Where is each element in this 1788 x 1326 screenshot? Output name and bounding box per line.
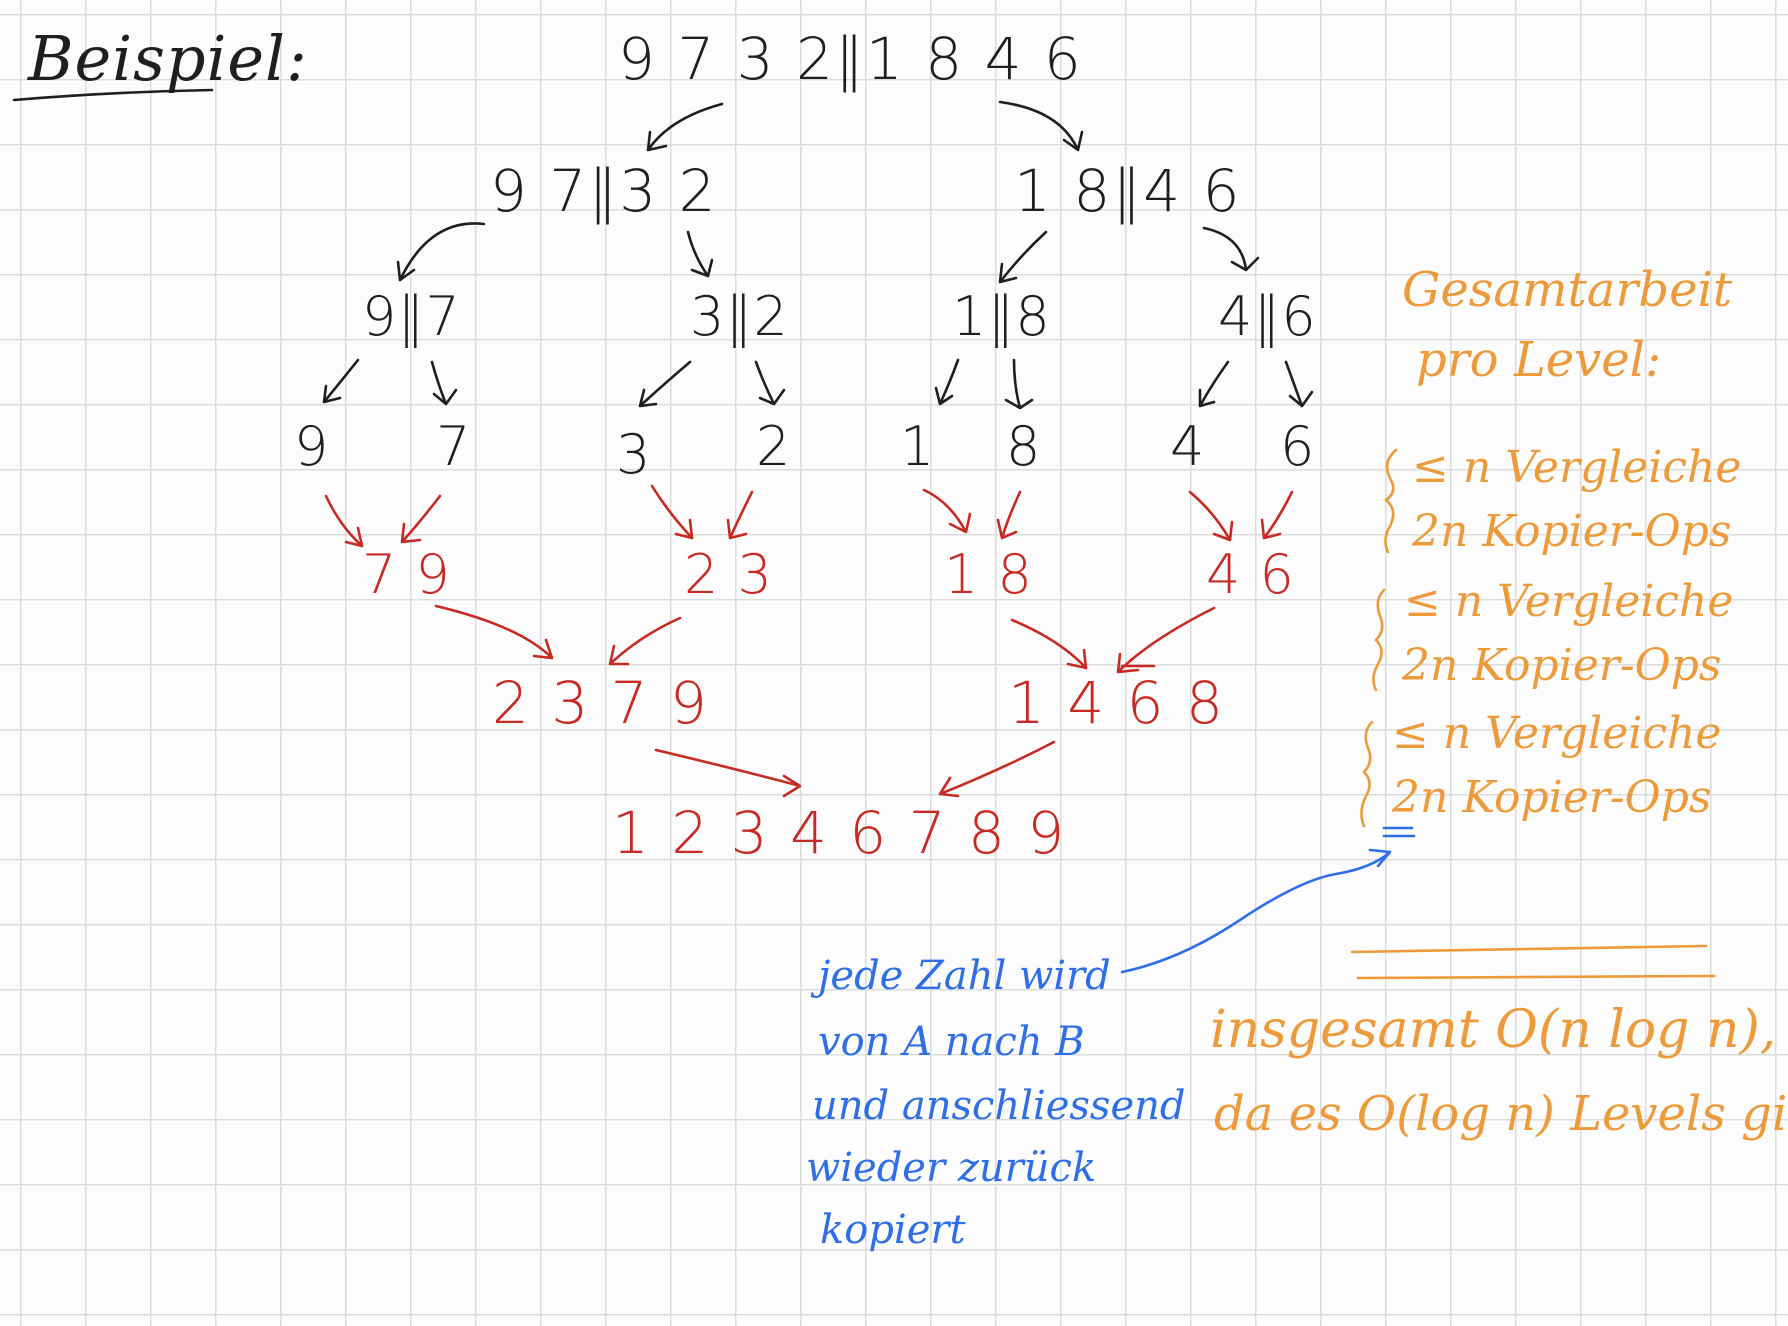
- merge-pair-1: 7 9: [362, 543, 451, 606]
- leaf-1: 9: [294, 415, 330, 478]
- blue-note-line2: von A nach B: [818, 1019, 1085, 1065]
- total-underline-1: [1350, 944, 1708, 954]
- notes-title-line2: pro Level:: [1416, 332, 1662, 388]
- merge-result: 1 2 3 4 6 7 8 9: [612, 799, 1067, 867]
- leaf-6: 8: [1006, 415, 1042, 478]
- arrow-split-root-left: [646, 102, 724, 152]
- leaf-4: 2: [756, 415, 792, 478]
- total-underline-2: [1356, 974, 1716, 980]
- arrow-split-1846-left: [998, 230, 1048, 284]
- arrow-split-46-right: [1284, 360, 1314, 408]
- level1-compare: ≤ n Vergleiche: [1412, 442, 1742, 493]
- blue-note-line3: und anschliessend: [812, 1083, 1186, 1129]
- arrow-split-root-right: [998, 100, 1084, 152]
- brace-level-1: [1384, 448, 1398, 554]
- arrow-merge-9: [324, 494, 364, 548]
- arrow-merge-1468: [938, 740, 1056, 798]
- blue-note-line4: wieder zurück: [806, 1145, 1097, 1191]
- heading: Beispiel:: [28, 22, 308, 95]
- brace-level-3: [1360, 720, 1374, 828]
- split-level2-2: 3‖2: [690, 285, 789, 348]
- split-level1-right: 1 8‖4 6: [1014, 157, 1242, 225]
- arrow-split-97-left: [322, 358, 360, 404]
- level2-compare: ≤ n Vergleiche: [1404, 576, 1734, 627]
- leaf-3: 3: [616, 423, 652, 486]
- merge-pair-4: 4 6: [1206, 543, 1295, 606]
- level3-copy: 2n Kopier-Ops: [1392, 772, 1712, 823]
- arrow-split-46-left: [1198, 360, 1230, 408]
- arrow-split-18-right: [1004, 358, 1034, 410]
- level2-copy: 2n Kopier-Ops: [1402, 640, 1722, 691]
- arrow-merge-23: [608, 616, 682, 666]
- arrow-merge-3: [650, 484, 694, 540]
- level1-copy: 2n Kopier-Ops: [1412, 506, 1732, 557]
- arrow-split-18-left: [934, 358, 960, 406]
- blue-note-line5: kopiert: [820, 1207, 966, 1253]
- leaf-8: 6: [1280, 415, 1316, 478]
- leaf-5: 1: [900, 415, 936, 478]
- arrow-merge-8: [996, 490, 1022, 540]
- merge-quad-1: 2 3 7 9: [492, 669, 709, 737]
- equals-sign: =: [1382, 804, 1412, 840]
- arrow-blue-note: [1120, 848, 1392, 974]
- arrow-split-32-right: [754, 360, 786, 406]
- level3-compare: ≤ n Vergleiche: [1392, 708, 1722, 759]
- blue-note-line1: jede Zahl wird: [818, 953, 1111, 999]
- split-level2-4: 4‖6: [1218, 285, 1317, 348]
- arrow-split-97-right: [430, 360, 458, 406]
- merge-pair-2: 2 3: [684, 543, 773, 606]
- split-level1-left: 9 7‖3 2: [490, 157, 718, 225]
- leaf-7: 4: [1170, 415, 1206, 478]
- merge-pair-3: 1 8: [944, 543, 1033, 606]
- notes-title-line1: Gesamtarbeit: [1402, 262, 1733, 318]
- arrow-merge-2: [726, 490, 754, 540]
- arrow-split-1846-right: [1202, 226, 1260, 272]
- arrow-merge-6: [1260, 490, 1294, 540]
- arrow-split-9732-left: [396, 222, 486, 282]
- leaf-2: 7: [436, 415, 472, 478]
- split-level2-1: 9‖7: [362, 285, 461, 348]
- arrow-merge-4: [1188, 490, 1234, 542]
- arrow-merge-7: [400, 494, 442, 544]
- brace-level-2: [1372, 588, 1386, 692]
- arrow-merge-46: [1116, 606, 1216, 674]
- arrow-split-32-left: [638, 360, 692, 408]
- merge-quad-2: 1 4 6 8: [1008, 669, 1225, 737]
- total-line1: insgesamt O(n log n),: [1210, 1000, 1777, 1060]
- total-line2: da es O(log n) Levels gibt: [1214, 1086, 1788, 1142]
- arrow-split-9732-right: [686, 230, 714, 278]
- arrow-merge-18: [1010, 618, 1088, 670]
- arrow-merge-79: [434, 604, 554, 660]
- arrow-merge-1: [922, 488, 972, 534]
- split-level2-3: 1‖8: [952, 285, 1051, 348]
- split-root: 9 7 3 2‖1 8 4 6: [618, 25, 1083, 93]
- arrow-merge-2379: [654, 748, 802, 798]
